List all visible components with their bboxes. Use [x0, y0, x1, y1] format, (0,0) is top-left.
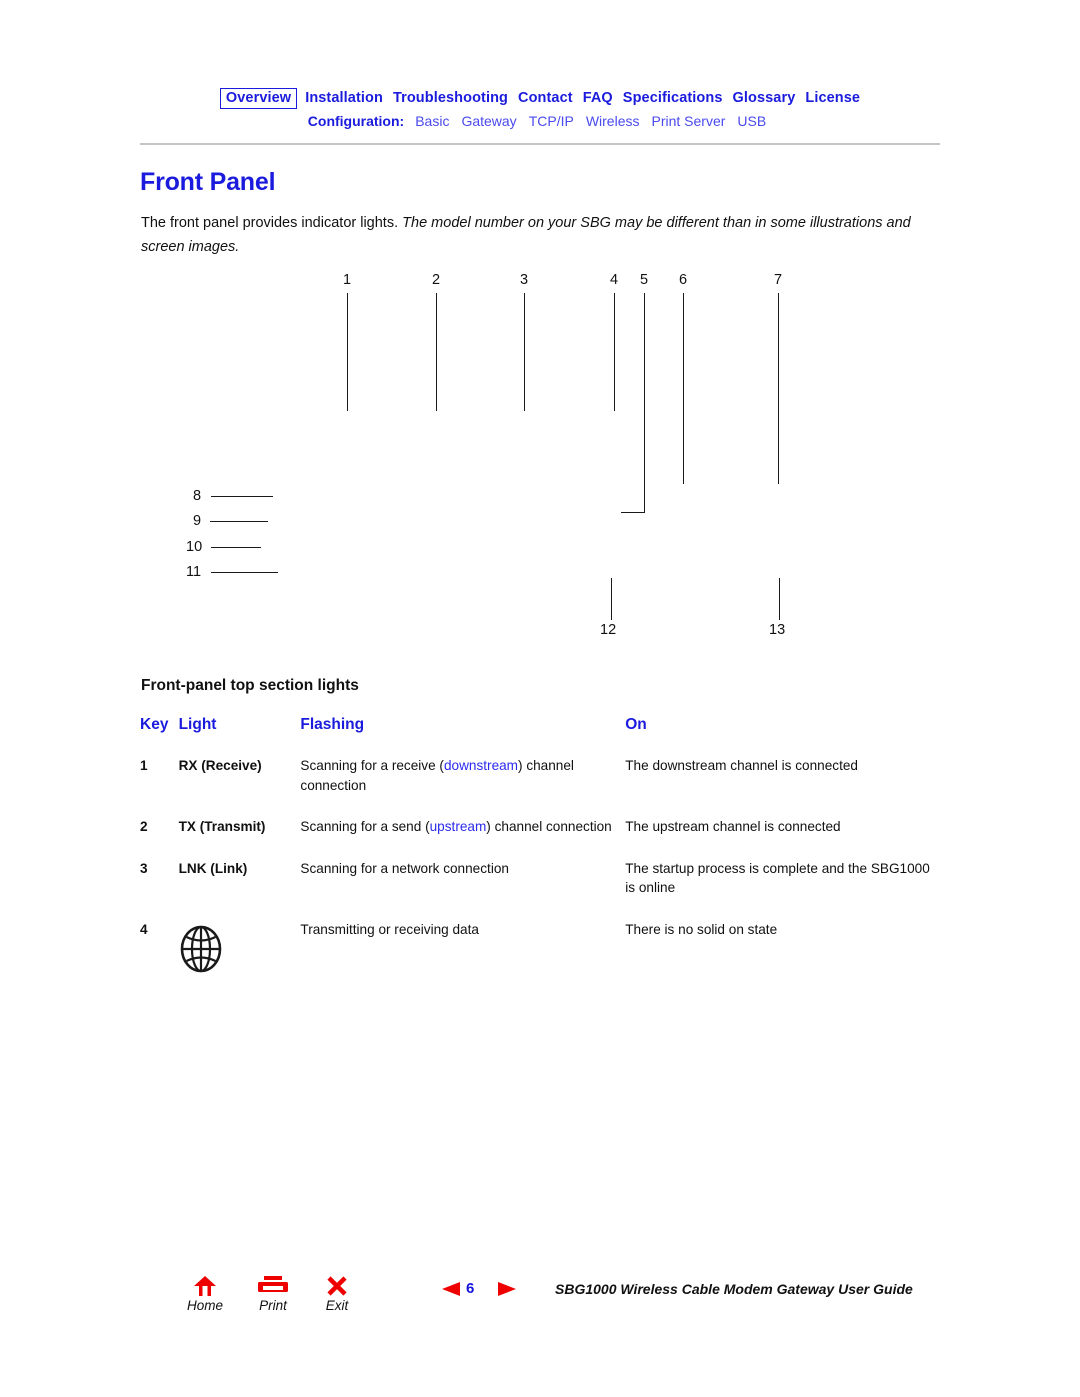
callout-line-8	[211, 496, 273, 497]
table-row: 4 Transmitting or receiving data There i…	[140, 920, 940, 1002]
nav-config-tcpip[interactable]: TCP/IP	[529, 113, 574, 129]
callout-number-12: 12	[600, 622, 617, 638]
globe-icon	[179, 924, 293, 980]
nav-item-installation[interactable]: Installation	[305, 90, 383, 106]
configuration-label: Configuration:	[307, 113, 405, 129]
callout-line-9	[210, 521, 268, 522]
nav-item-glossary[interactable]: Glossary	[733, 90, 796, 106]
callout-number-9: 9	[193, 513, 202, 529]
nav-config-gateway[interactable]: Gateway	[461, 113, 516, 129]
callout-line-2	[436, 293, 437, 411]
nav-item-license[interactable]: License	[805, 90, 860, 106]
callout-number-2: 2	[432, 272, 441, 288]
configuration-nav-row: Configuration: Basic Gateway TCP/IP Wireless…	[0, 110, 1080, 132]
glossary-link-upstream[interactable]: upstream	[430, 819, 487, 834]
intro-paragraph: The front panel provides indicator light…	[141, 211, 931, 259]
callout-number-13: 13	[769, 622, 786, 638]
nav-config-wireless[interactable]: Wireless	[586, 113, 640, 129]
table-row: 3 LNK (Link) Scanning for a network conn…	[140, 859, 940, 920]
intro-plain-text: The front panel provides indicator light…	[141, 215, 403, 231]
callout-line-6	[683, 293, 684, 484]
header-divider	[140, 143, 940, 145]
cell-light-icon	[179, 920, 301, 1002]
callout-number-11: 11	[186, 564, 202, 580]
nav-item-contact[interactable]: Contact	[518, 90, 573, 106]
callout-number-6: 6	[679, 272, 688, 288]
callout-line-3	[524, 293, 525, 411]
table-header-light: Light	[178, 716, 217, 733]
top-navigation: Overview Installation Troubleshooting Conta…	[0, 88, 1080, 132]
callout-line-4	[614, 293, 615, 411]
cell-key: 3	[140, 860, 148, 876]
page-number: 6	[466, 1280, 475, 1297]
cell-light: RX (Receive)	[178, 758, 262, 773]
primary-nav-row: Overview Installation Troubleshooting Conta…	[0, 88, 1080, 109]
callout-number-3: 3	[520, 272, 529, 288]
cell-key: 2	[140, 819, 148, 834]
home-button[interactable]: Home	[176, 1275, 234, 1313]
cell-on: The upstream channel is connected	[625, 819, 841, 834]
callout-number-4: 4	[610, 272, 619, 288]
printer-icon	[244, 1275, 302, 1297]
flashing-text-pre: Scanning for a send (	[300, 819, 430, 834]
cell-flashing: Scanning for a receive (downstream) chan…	[300, 756, 625, 817]
table-header-flashing: Flashing	[300, 716, 365, 733]
table-row: 2 TX (Transmit) Scanning for a send (ups…	[140, 817, 940, 859]
previous-page-button[interactable]	[440, 1281, 462, 1302]
triangle-left-icon	[442, 1282, 460, 1296]
nav-config-usb[interactable]: USB	[737, 113, 766, 129]
cell-key: 4	[140, 921, 148, 937]
callout-line-11	[211, 572, 278, 573]
home-button-label: Home	[186, 1298, 223, 1313]
callout-line-5-vertical	[644, 293, 645, 513]
page-footer: Home Print Exit	[0, 1270, 1080, 1330]
table-row: 1 RX (Receive) Scanning for a receive (d…	[140, 756, 940, 817]
table-header-row: Key Light Flashing On	[140, 716, 940, 756]
cell-flashing: Transmitting or receiving data	[300, 921, 479, 937]
nav-config-basic[interactable]: Basic	[415, 113, 449, 129]
table-header-on: On	[625, 716, 647, 733]
nav-item-faq[interactable]: FAQ	[583, 90, 613, 106]
nav-config-print-server[interactable]: Print Server	[651, 113, 725, 129]
page-title: Front Panel	[140, 168, 276, 196]
callout-line-7	[778, 293, 779, 484]
callout-line-5-elbow	[621, 512, 645, 513]
cell-flashing: Scanning for a send (upstream) channel c…	[300, 817, 625, 859]
front-panel-callout-diagram: 1 2 3 4 5 6 7 8 9 10 11 12 13	[0, 260, 1080, 660]
document-title: SBG1000 Wireless Cable Modem Gateway Use…	[555, 1281, 913, 1297]
callout-number-1: 1	[343, 272, 352, 288]
exit-button-label: Exit	[325, 1298, 349, 1313]
callout-number-8: 8	[193, 488, 202, 504]
callout-line-12	[611, 578, 612, 620]
cell-light: LNK (Link)	[178, 860, 248, 876]
callout-line-1	[347, 293, 348, 411]
nav-item-specifications[interactable]: Specifications	[623, 90, 723, 106]
flashing-text-post: ) channel connection	[486, 819, 612, 834]
flashing-text-pre: Scanning for a receive (	[300, 758, 444, 773]
glossary-link-downstream[interactable]: downstream	[444, 758, 518, 773]
next-page-button[interactable]	[496, 1281, 518, 1302]
print-button[interactable]: Print	[244, 1275, 302, 1313]
table-header-key: Key	[140, 716, 169, 733]
nav-item-overview[interactable]: Overview	[219, 88, 298, 109]
close-x-icon	[308, 1275, 366, 1297]
triangle-right-icon	[498, 1282, 516, 1296]
callout-number-10: 10	[186, 539, 203, 555]
cell-light: TX (Transmit)	[178, 819, 266, 834]
cell-on: The downstream channel is connected	[625, 758, 858, 773]
callout-line-13	[779, 578, 780, 620]
cell-flashing: Scanning for a network connection	[300, 860, 509, 876]
callout-line-10	[211, 547, 261, 548]
section-heading: Front-panel top section lights	[141, 677, 359, 694]
home-icon	[176, 1275, 234, 1297]
cell-on: There is no solid on state	[625, 921, 778, 937]
cell-on: The startup process is complete and the …	[625, 860, 930, 896]
cell-key: 1	[140, 758, 148, 773]
front-panel-lights-table: Key Light Flashing On 1 RX (Receive) Sca…	[140, 716, 940, 1001]
exit-button[interactable]: Exit	[308, 1275, 366, 1313]
nav-item-troubleshooting[interactable]: Troubleshooting	[393, 90, 508, 106]
print-button-label: Print	[259, 1298, 287, 1313]
callout-number-7: 7	[774, 272, 783, 288]
callout-number-5: 5	[640, 272, 649, 288]
